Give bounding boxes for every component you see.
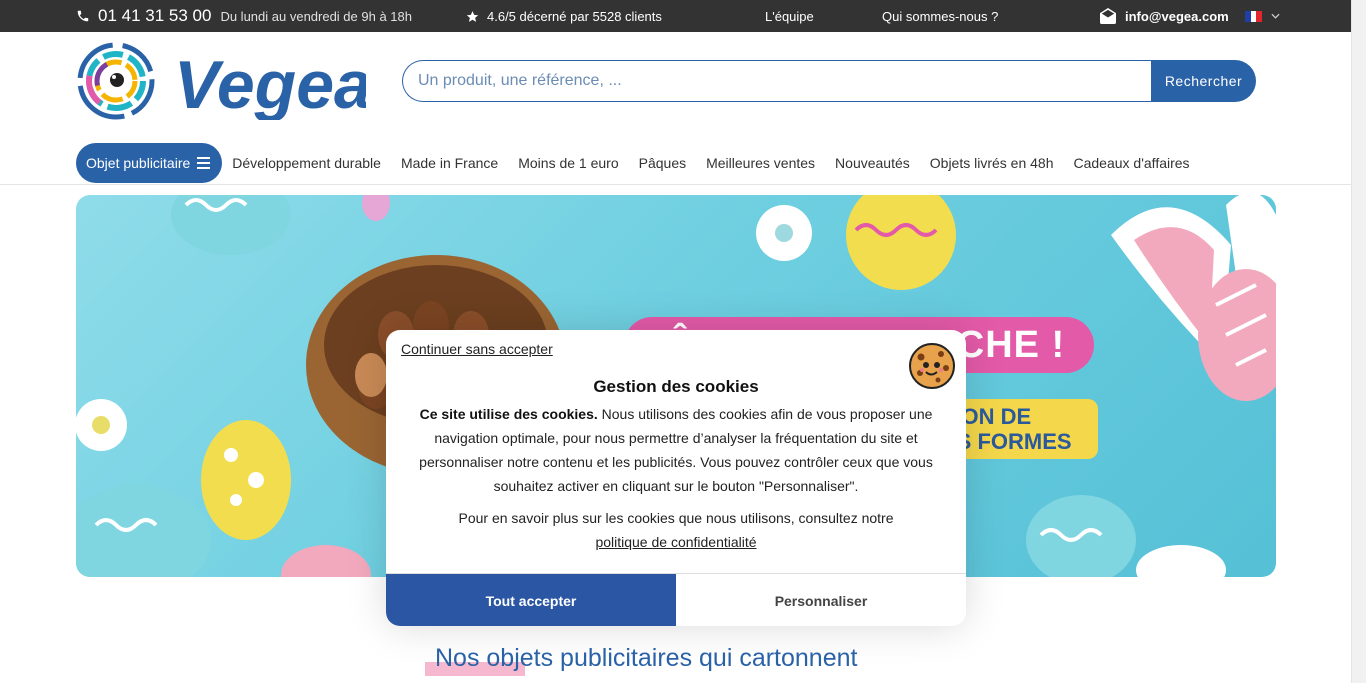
continue-without-accepting-link[interactable]: Continuer sans accepter — [401, 341, 553, 357]
accept-all-button[interactable]: Tout accepter — [386, 574, 676, 626]
vegea-logo[interactable]: Vegea — [76, 42, 372, 123]
nav-item-made-in-france[interactable]: Made in France — [401, 155, 498, 171]
header-divider — [0, 184, 1351, 185]
about-link-label: Qui sommes-nous ? — [882, 8, 999, 24]
cookie-lead-text: Ce site utilise des cookies. — [419, 406, 598, 422]
phone-block[interactable]: 01 41 31 53 00 Du lundi au vendredi de 9… — [76, 0, 412, 32]
email-address: info@vegea.com — [1125, 8, 1229, 24]
nav-main-label: Objet publicitaire — [86, 155, 191, 171]
logo-wordmark: Vegea — [174, 47, 366, 120]
cookie-actions: Tout accepter Personnaliser — [386, 573, 966, 626]
nav-item-paques[interactable]: Pâques — [639, 155, 686, 171]
privacy-policy-link[interactable]: politique de confidentialité — [595, 534, 756, 550]
envelope-icon — [1100, 8, 1116, 24]
cookie-more-info: Pour en savoir plus sur les cookies que … — [414, 506, 938, 554]
about-link[interactable]: Qui sommes-nous ? — [882, 0, 998, 32]
star-icon — [466, 10, 479, 22]
cookie-dialog-title: Gestion des cookies — [593, 377, 759, 396]
team-link[interactable]: L'équipe — [765, 0, 814, 32]
menu-icon — [197, 157, 211, 169]
cookie-consent-dialog: Continuer sans accepter Gestion des cook… — [386, 330, 966, 626]
chevron-down-icon — [1271, 13, 1280, 19]
phone-icon — [77, 10, 89, 22]
section-title: Nos objets publicitaires qui cartonnent — [435, 644, 858, 672]
language-selector[interactable] — [1245, 0, 1280, 32]
search-bar: Rechercher — [402, 60, 1256, 102]
cookie-dialog-description: Ce site utilise des cookies. Nous utilis… — [414, 402, 938, 498]
nav-item-nouveautes[interactable]: Nouveautés — [835, 155, 910, 171]
nav-item-moins-de-1-euro[interactable]: Moins de 1 euro — [518, 155, 618, 171]
opening-hours: Du lundi au vendredi de 9h à 18h — [220, 8, 412, 24]
french-flag-icon — [1245, 10, 1263, 22]
customize-button[interactable]: Personnaliser — [676, 574, 966, 626]
main-nav: Objet publicitaire Développement durable… — [76, 143, 1190, 183]
logo-eye-icon: Vegea — [77, 42, 372, 123]
nav-item-objets-livres-48h[interactable]: Objets livrés en 48h — [930, 155, 1054, 171]
email-link[interactable]: info@vegea.com — [1099, 0, 1229, 32]
phone-number[interactable]: 01 41 31 53 00 — [98, 6, 211, 26]
search-button[interactable]: Rechercher — [1151, 60, 1256, 102]
nav-item-meilleures-ventes[interactable]: Meilleures ventes — [706, 155, 815, 171]
top-bar: 01 41 31 53 00 Du lundi au vendredi de 9… — [0, 0, 1351, 32]
nav-item-developpement-durable[interactable]: Développement durable — [232, 155, 381, 171]
rating-text: 4.6/5 décerné par 5528 clients — [487, 8, 662, 24]
team-link-label: L'équipe — [765, 8, 814, 24]
rating-block: 4.6/5 décerné par 5528 clients — [466, 0, 662, 32]
nav-item-cadeaux-affaires[interactable]: Cadeaux d'affaires — [1074, 155, 1190, 171]
page-scrollbar[interactable] — [1351, 0, 1366, 683]
search-input[interactable] — [402, 60, 1151, 102]
nav-main-category-button[interactable]: Objet publicitaire — [76, 143, 223, 183]
cookie-more-text: Pour en savoir plus sur les cookies que … — [458, 510, 894, 526]
